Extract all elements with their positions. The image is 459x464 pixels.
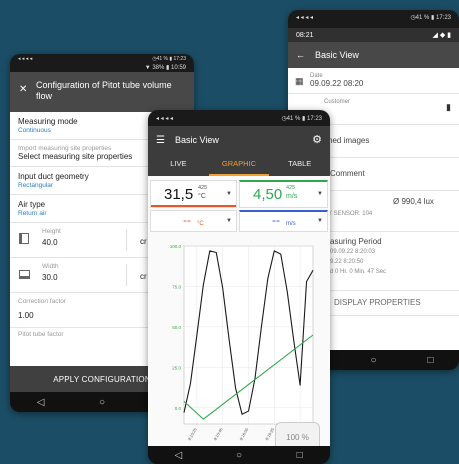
app-bar: ← Basic View <box>288 42 459 68</box>
phone-graphic-view: ◂ ◂ ◂ ◂ ◷41 % ▮ 17:23 ☰ Basic View ⚙ LIV… <box>148 110 330 464</box>
calendar-icon: ▦ <box>295 76 304 86</box>
channel4-unit: m/s <box>286 221 296 227</box>
system-icons: ◢ ◆ ▮ <box>432 32 451 39</box>
x-tick-label: 8:16:25 <box>264 426 275 441</box>
x-tick-label: 8:15:25 <box>187 426 198 441</box>
date-row[interactable]: ▦ Date 09.09.22 08:20 <box>288 68 459 94</box>
reading-value: Ø 990,4 lux <box>393 197 434 206</box>
system-bar: 08:21 ◢ ◆ ▮ <box>288 28 459 42</box>
chevron-down-icon[interactable]: ▼ <box>317 218 323 224</box>
trash-icon[interactable]: ▮ <box>446 102 451 113</box>
width-divider <box>126 264 127 286</box>
status-bar: ◂ ◂ ◂ ◂ ◷41 % ▮ 17:23 <box>288 10 459 24</box>
home-nav-icon[interactable]: ○ <box>92 397 112 408</box>
tab-table[interactable]: TABLE <box>269 154 330 176</box>
status-battery-time: ◷41 % ▮ 17:23 <box>281 115 322 122</box>
images-label: ched images <box>324 136 370 145</box>
temperature-unit: °C <box>198 193 206 200</box>
recents-nav-icon[interactable]: □ <box>421 355 441 366</box>
system-time: 08:21 <box>296 31 314 39</box>
status-bar-secondary: ▼ 38% ▮ 10:59 <box>10 62 194 72</box>
page-title: Basic View <box>315 50 359 60</box>
nav-bar: ◁ ○ □ <box>148 446 330 464</box>
temperature-tile[interactable]: 31,5 425 °C ▼ <box>150 180 237 208</box>
velocity-tile[interactable]: 4,50 425 m/s ▼ <box>239 180 328 208</box>
recents-nav-icon[interactable]: □ <box>290 450 310 461</box>
customer-label: Customer <box>324 99 351 105</box>
home-nav-icon[interactable]: ○ <box>364 355 384 366</box>
height-divider <box>126 229 127 251</box>
channel4-tile[interactable]: -- m/s ▼ <box>239 210 328 232</box>
status-battery-time: ◷41 % ▮ 17:23 <box>152 55 186 62</box>
home-nav-icon[interactable]: ○ <box>229 450 249 461</box>
channel3-tile[interactable]: -- °C ▼ <box>150 210 237 232</box>
velocity-unit: m/s <box>286 193 298 200</box>
status-icons: ◂ ◂ ◂ ◂ <box>18 55 33 62</box>
chevron-down-icon[interactable]: ▼ <box>226 218 232 224</box>
page-title: Basic View <box>174 135 219 145</box>
channel4-value: -- <box>272 213 280 227</box>
status-icons: ◂ ◂ ◂ ◂ <box>156 115 174 122</box>
close-icon[interactable]: ✕ <box>19 84 27 95</box>
x-tick-label: 8:16:05 <box>238 426 249 441</box>
channel3-value: -- <box>183 213 191 227</box>
width-icon <box>19 270 30 279</box>
graphic-screen: ☰ Basic View ⚙ LIVE GRAPHIC TABLE 31,5 4… <box>148 126 330 446</box>
gear-icon[interactable]: ⚙ <box>312 133 322 146</box>
page-title: Configuration of Pitot tube volume flow <box>36 80 172 101</box>
app-bar: ✕ Configuration of Pitot tube volume flo… <box>10 72 194 112</box>
status-bar: ◂ ◂ ◂ ◂ ◷41 % ▮ 17:23 <box>148 110 330 126</box>
menu-icon[interactable]: ☰ <box>156 135 165 146</box>
zoom-button[interactable]: 100 % <box>275 422 320 446</box>
y-tick-label: 100.0 <box>170 244 182 249</box>
back-arrow-icon[interactable]: ← <box>296 50 305 60</box>
chevron-down-icon[interactable]: ▼ <box>317 191 323 197</box>
back-nav-icon[interactable]: ◁ <box>168 450 188 461</box>
channel3-unit: °C <box>197 221 204 227</box>
velocity-value: 4,50 <box>253 186 283 203</box>
period-end: 9.22 8:20:50 <box>330 259 364 265</box>
date-value: 09.09.22 08:20 <box>310 79 364 88</box>
tab-live[interactable]: LIVE <box>148 154 209 176</box>
height-icon <box>19 233 29 244</box>
status-battery-time-secondary: ▼ 38% ▮ 10:59 <box>144 64 186 71</box>
y-tick-label: 75.0 <box>172 284 181 289</box>
temperature-probe: 425 <box>198 185 208 191</box>
y-tick-label: 25.0 <box>172 365 181 370</box>
app-bar: ☰ Basic View ⚙ <box>148 126 330 154</box>
view-tabs: LIVE GRAPHIC TABLE <box>148 154 330 176</box>
y-tick-label: 50.0 <box>172 325 181 330</box>
period-start: 09.09.22 8:20:03 <box>330 249 376 255</box>
tab-graphic[interactable]: GRAPHIC <box>208 154 270 176</box>
chevron-down-icon[interactable]: ▼ <box>226 191 232 197</box>
height-unit: cr <box>140 237 147 246</box>
comment-label: Comment <box>330 169 365 178</box>
display-properties-label: DISPLAY PROPERTIES <box>334 298 421 307</box>
status-battery-time: ◷41 % ▮ 17:23 <box>410 14 451 21</box>
sensor-text: BY SENSOR: 104 <box>324 211 373 217</box>
period-label: asuring Period <box>330 237 382 246</box>
temperature-color-bar <box>151 205 236 207</box>
x-tick-label: 8:15:45 <box>213 426 224 441</box>
velocity-probe: 425 <box>286 185 296 191</box>
back-nav-icon[interactable]: ◁ <box>31 397 51 408</box>
status-icons: ◂ ◂ ◂ ◂ <box>296 14 314 21</box>
measurement-chart[interactable]: 100.0 75.0 50.0 25.0 0.0 8:15:25 8:15:45 8:16:0… <box>148 236 330 446</box>
period-duration: d 0 Hr. 0 Min. 47 Sec <box>330 269 387 275</box>
width-unit: cr <box>140 272 147 281</box>
y-tick-label: 0.0 <box>175 406 182 411</box>
temperature-value: 31,5 <box>164 186 194 203</box>
